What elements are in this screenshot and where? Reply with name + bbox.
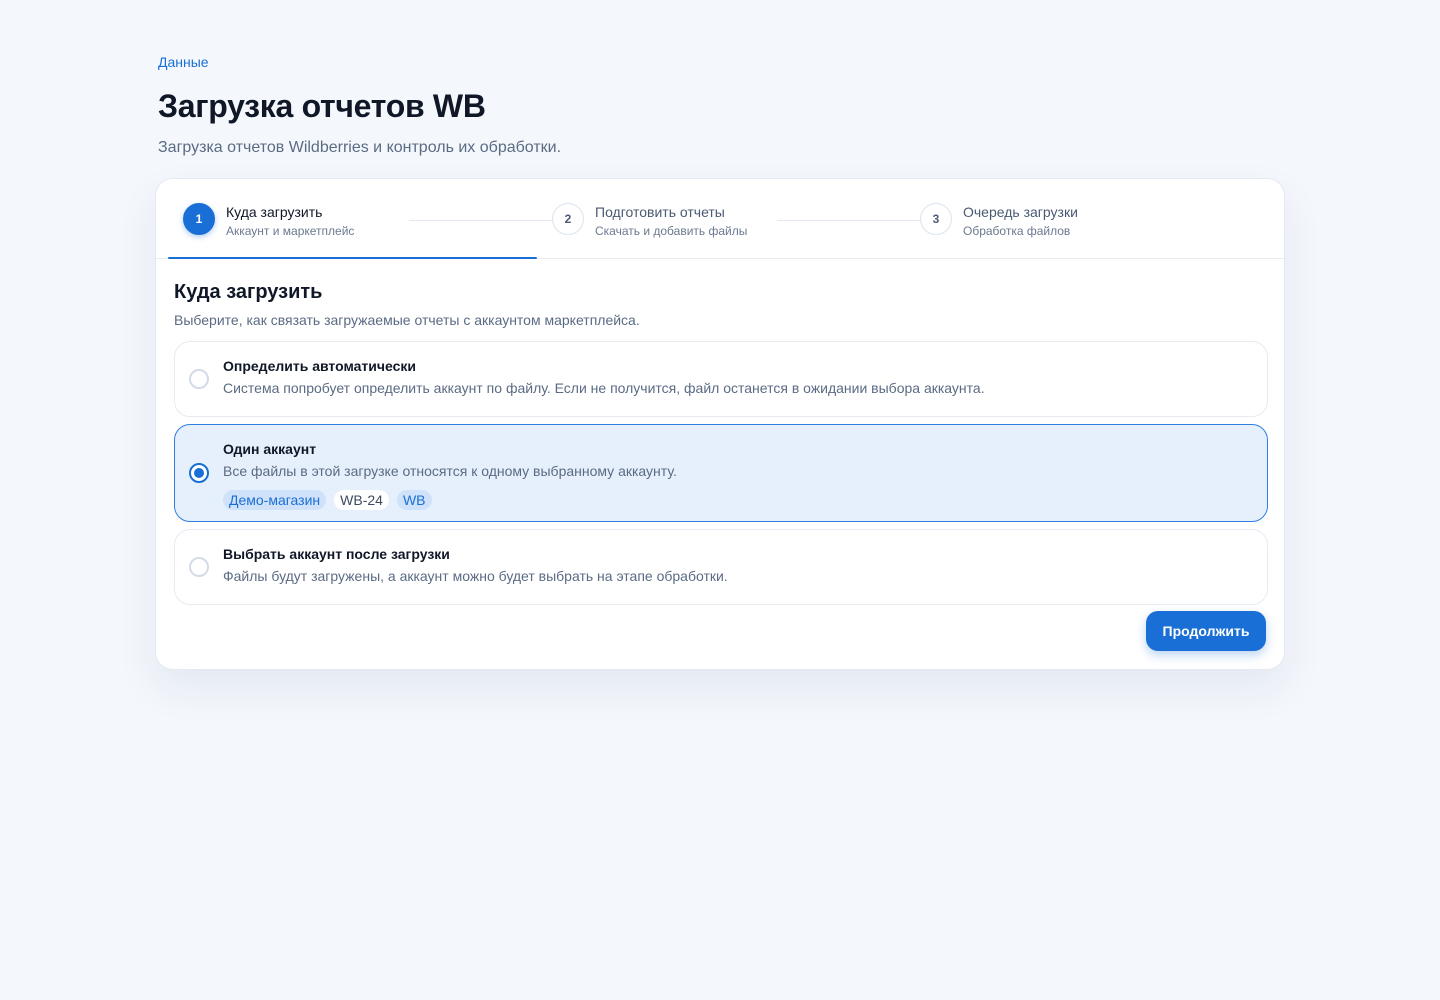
option-choose-later[interactable]: Выбрать аккаунт после загрузки Файлы буд… — [174, 529, 1268, 605]
option-description: Файлы будут загружены, а аккаунт можно б… — [223, 568, 728, 584]
section-title: Куда загрузить — [174, 281, 323, 303]
option-title: Выбрать аккаунт после загрузки — [223, 546, 450, 562]
step-subtitle: Обработка файлов — [963, 224, 1071, 238]
option-single-account[interactable]: Один аккаунт Все файлы в этой загрузке о… — [174, 424, 1268, 522]
active-step-indicator — [168, 257, 537, 259]
option-title: Один аккаунт — [223, 441, 317, 457]
section-description: Выберите, как связать загружаемые отчеты… — [174, 312, 640, 328]
step-3[interactable]: 3 Очередь загрузки Обработка файлов — [920, 203, 1078, 239]
step-subtitle: Скачать и добавить файлы — [595, 224, 748, 238]
step-number: 1 — [183, 203, 215, 235]
step-connector — [409, 220, 553, 221]
step-connector — [777, 220, 921, 221]
step-2[interactable]: 2 Подготовить отчеты Скачать и добавить … — [552, 203, 747, 239]
radio-button[interactable] — [189, 557, 209, 577]
step-number: 2 — [552, 203, 584, 235]
step-1[interactable]: 1 Куда загрузить Аккаунт и маркетплейс — [183, 203, 354, 239]
page-header: Данные Загрузка отчетов WB Загрузка отче… — [158, 52, 1286, 160]
step-title: Очередь загрузки — [963, 204, 1078, 220]
step-title: Подготовить отчеты — [595, 204, 725, 220]
page-title: Загрузка отчетов WB — [158, 88, 486, 124]
option-title: Определить автоматически — [223, 358, 417, 374]
step-subtitle: Аккаунт и маркетплейс — [226, 224, 355, 238]
upload-wizard-card: 1 Куда загрузить Аккаунт и маркетплейс 2… — [155, 178, 1285, 670]
step-title: Куда загрузить — [226, 204, 323, 220]
account-chips: Демо-магазин WB-24 WB — [223, 490, 677, 510]
continue-button[interactable]: Продолжить — [1146, 611, 1266, 651]
radio-button-selected[interactable] — [189, 463, 209, 483]
section-header: Куда загрузить Выберите, как связать заг… — [174, 279, 1268, 329]
account-id-chip: WB-24 — [334, 490, 389, 510]
stepper: 1 Куда загрузить Аккаунт и маркетплейс 2… — [156, 179, 1284, 259]
radio-button[interactable] — [189, 369, 209, 389]
breadcrumb-link[interactable]: Данные — [158, 52, 209, 72]
marketplace-chip: WB — [396, 490, 432, 510]
step-number: 3 — [920, 203, 952, 235]
account-name-chip: Демо-магазин — [223, 490, 327, 510]
option-description: Все файлы в этой загрузке относятся к од… — [223, 463, 677, 479]
page-subtitle: Загрузка отчетов Wildberries и контроль … — [158, 139, 562, 156]
option-description: Система попробует определить аккаунт по … — [223, 380, 985, 396]
option-auto-detect[interactable]: Определить автоматически Система попробу… — [174, 341, 1268, 417]
